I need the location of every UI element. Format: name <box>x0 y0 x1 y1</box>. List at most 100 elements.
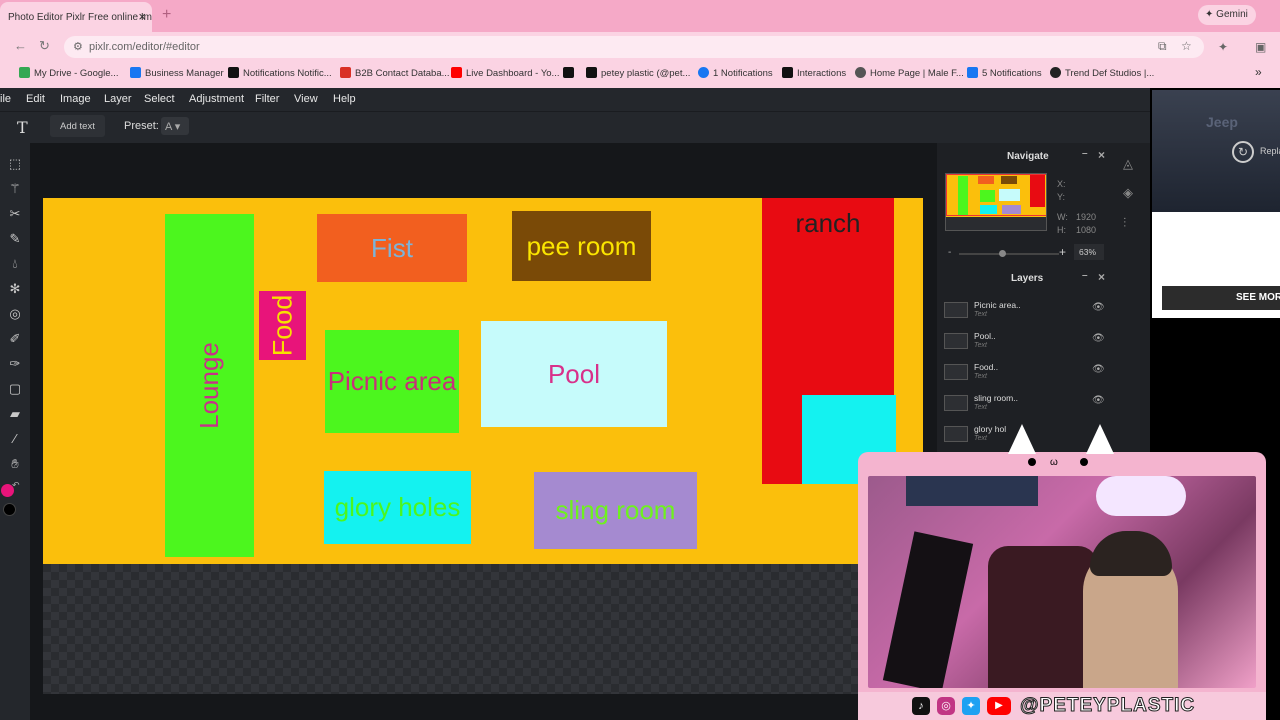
url-text: pixlr.com/editor/#editor <box>89 41 200 53</box>
navigate-panel-icon[interactable]: ◬ <box>1123 156 1133 172</box>
dropper-icon[interactable]: ⁄ <box>7 431 23 447</box>
bookmark-item[interactable]: Interactions <box>782 67 846 79</box>
twitter-icon: ✦ <box>962 697 980 715</box>
bookmark-item[interactable]: My Drive - Google... <box>19 67 118 79</box>
room-food[interactable]: Food <box>259 291 306 360</box>
extensions-icon[interactable]: ✦ <box>1218 40 1228 54</box>
bookmark-item[interactable]: petey plastic (@pet... <box>586 67 690 79</box>
minimize-icon[interactable]: – <box>1082 148 1088 159</box>
brush-icon[interactable]: ✎ <box>7 231 23 247</box>
site-settings-icon[interactable]: ⚙ <box>73 40 83 53</box>
preset-dropdown[interactable]: A ▾ <box>161 117 189 135</box>
document-canvas[interactable]: Lounge Food Fist pee room Picnic area Po… <box>43 198 923 564</box>
scissors-icon[interactable]: ✂ <box>7 206 23 222</box>
bookmark-item[interactable]: B2B Contact Databa... <box>340 67 450 79</box>
background-color-swatch[interactable] <box>3 503 16 516</box>
menu-help[interactable]: Help <box>333 93 356 105</box>
sparkle-icon: ✦ <box>1205 9 1217 20</box>
zoom-slider[interactable] <box>959 250 1059 257</box>
hand-icon[interactable]: ✋︎ <box>7 456 23 472</box>
tab-close-icon[interactable]: × <box>138 9 146 24</box>
bookmark-item[interactable]: 1 Notifications <box>698 67 773 79</box>
replay-icon[interactable]: ↻ <box>1232 141 1254 163</box>
marquee-icon[interactable]: ⬚ <box>7 156 23 172</box>
tab-active[interactable]: Photo Editor Pixlr Free online Im × <box>0 2 152 32</box>
layer-row[interactable]: Pool.. Text 👁︎ <box>937 327 1107 358</box>
eye-icon[interactable]: 👁︎ <box>1092 333 1105 344</box>
bookmark-item[interactable]: Live Dashboard - Yo... <box>451 67 559 79</box>
layer-thumbnail <box>944 395 968 411</box>
layer-row[interactable]: Picnic area.. Text 👁︎ <box>937 296 1107 327</box>
reload-icon[interactable]: ↻ <box>39 38 50 54</box>
new-tab-button[interactable]: + <box>162 6 171 24</box>
see-more-button[interactable]: SEE MORE <box>1162 286 1280 310</box>
layer-type: Text <box>974 435 987 442</box>
ad-image[interactable]: Jeep ↻ Replay <box>1152 90 1280 212</box>
webcam-overlay: ω ♪ ◎ ✦ ▶ @PETEYPLASTIC <box>858 424 1266 720</box>
room-pool[interactable]: Pool <box>481 321 667 427</box>
zoom-in-button[interactable]: + <box>1059 245 1066 259</box>
h-label: H: <box>1057 225 1066 235</box>
bookmark-item[interactable] <box>563 67 578 79</box>
back-icon[interactable]: ← <box>14 38 27 53</box>
close-icon[interactable]: × <box>1098 270 1105 284</box>
menu-filter[interactable]: Filter <box>255 93 279 105</box>
swap-colors-icon[interactable]: ↶ <box>12 480 20 491</box>
bookmark-item[interactable]: Notifications Notific... <box>228 67 332 79</box>
zoom-value[interactable]: 63% <box>1074 244 1104 260</box>
eye-icon[interactable]: 👁︎ <box>1092 302 1105 313</box>
layer-row[interactable]: sling room.. Text 👁︎ <box>937 389 1107 420</box>
clone-icon[interactable]: ✻ <box>7 281 23 297</box>
adjust-panel-icon[interactable]: ⫶ <box>1123 215 1126 231</box>
bookmark-item[interactable]: Home Page | Male F... <box>855 67 964 79</box>
menu-edit[interactable]: Edit <box>26 93 45 105</box>
room-fist[interactable]: Fist <box>317 214 467 282</box>
bookmark-item[interactable]: 5 Notifications <box>967 67 1042 79</box>
menu-view[interactable]: View <box>294 93 318 105</box>
picker-icon[interactable]: ✑ <box>7 356 23 372</box>
zoom-out-button[interactable]: - <box>948 247 951 258</box>
eraser-icon[interactable]: ▰ <box>7 406 23 422</box>
layer-name: Picnic area.. <box>974 300 1021 310</box>
room-label: Fist <box>371 232 413 263</box>
layers-title: Layers <box>1011 273 1044 284</box>
eye-icon[interactable]: 👁︎ <box>1092 395 1105 406</box>
bookmarks-more-icon[interactable]: » <box>1255 65 1262 79</box>
menu-select[interactable]: Select <box>144 93 175 105</box>
replay-label[interactable]: Replay <box>1260 146 1280 156</box>
guitar <box>882 531 974 688</box>
minimize-icon[interactable]: – <box>1082 270 1088 281</box>
menu-file[interactable]: ile <box>0 93 11 105</box>
room-sling-room[interactable]: sling room <box>534 472 697 549</box>
bookmark-item[interactable]: Business Manager <box>130 67 224 79</box>
room-pee[interactable]: pee room <box>512 211 651 281</box>
menu-layer[interactable]: Layer <box>104 93 132 105</box>
profile-icon[interactable]: ▣ <box>1255 40 1266 54</box>
pen-icon[interactable]: ✐ <box>7 331 23 347</box>
focus-icon[interactable]: ◎ <box>7 306 23 322</box>
layers-panel-icon[interactable]: ◈ <box>1123 185 1133 201</box>
room-picnic-area[interactable]: Picnic area <box>325 330 459 433</box>
menu-adjustment[interactable]: Adjustment <box>189 93 244 105</box>
ad-brand: Jeep <box>1206 114 1238 130</box>
navigator-thumbnail[interactable] <box>945 173 1047 231</box>
menu-image[interactable]: Image <box>60 93 91 105</box>
h-value: 1080 <box>1076 225 1097 235</box>
wand-icon[interactable]: ⚚ <box>7 181 23 197</box>
drop-icon[interactable]: 💧︎ <box>7 256 23 272</box>
gemini-button[interactable]: ✦ Gemini <box>1198 5 1256 25</box>
bookmark-star-icon[interactable]: ☆ <box>1181 39 1192 53</box>
shape-icon[interactable]: ▢ <box>7 381 23 397</box>
layer-row[interactable]: Food.. Text 👁︎ <box>937 358 1107 389</box>
add-text-button[interactable]: Add text <box>50 115 105 137</box>
url-bar[interactable]: ⚙ pixlr.com/editor/#editor ⧉ ☆ <box>64 36 1204 58</box>
room-lounge[interactable]: Lounge <box>165 214 254 557</box>
text-tool-icon[interactable]: T <box>17 118 28 137</box>
bookmark-item[interactable]: Trend Def Studios |... <box>1050 67 1154 79</box>
close-icon[interactable]: × <box>1098 148 1105 162</box>
zoom-slider-handle[interactable] <box>999 250 1006 257</box>
room-glory-holes[interactable]: glory holes <box>324 471 471 544</box>
eye-icon[interactable]: 👁︎ <box>1092 364 1105 375</box>
tools-sidebar: ⬚ ⚚ ✂ ✎ 💧︎ ✻ ◎ ✐ ✑ ▢ ▰ ⁄ ✋︎ ↶ <box>0 143 30 720</box>
install-icon[interactable]: ⧉ <box>1158 39 1167 54</box>
